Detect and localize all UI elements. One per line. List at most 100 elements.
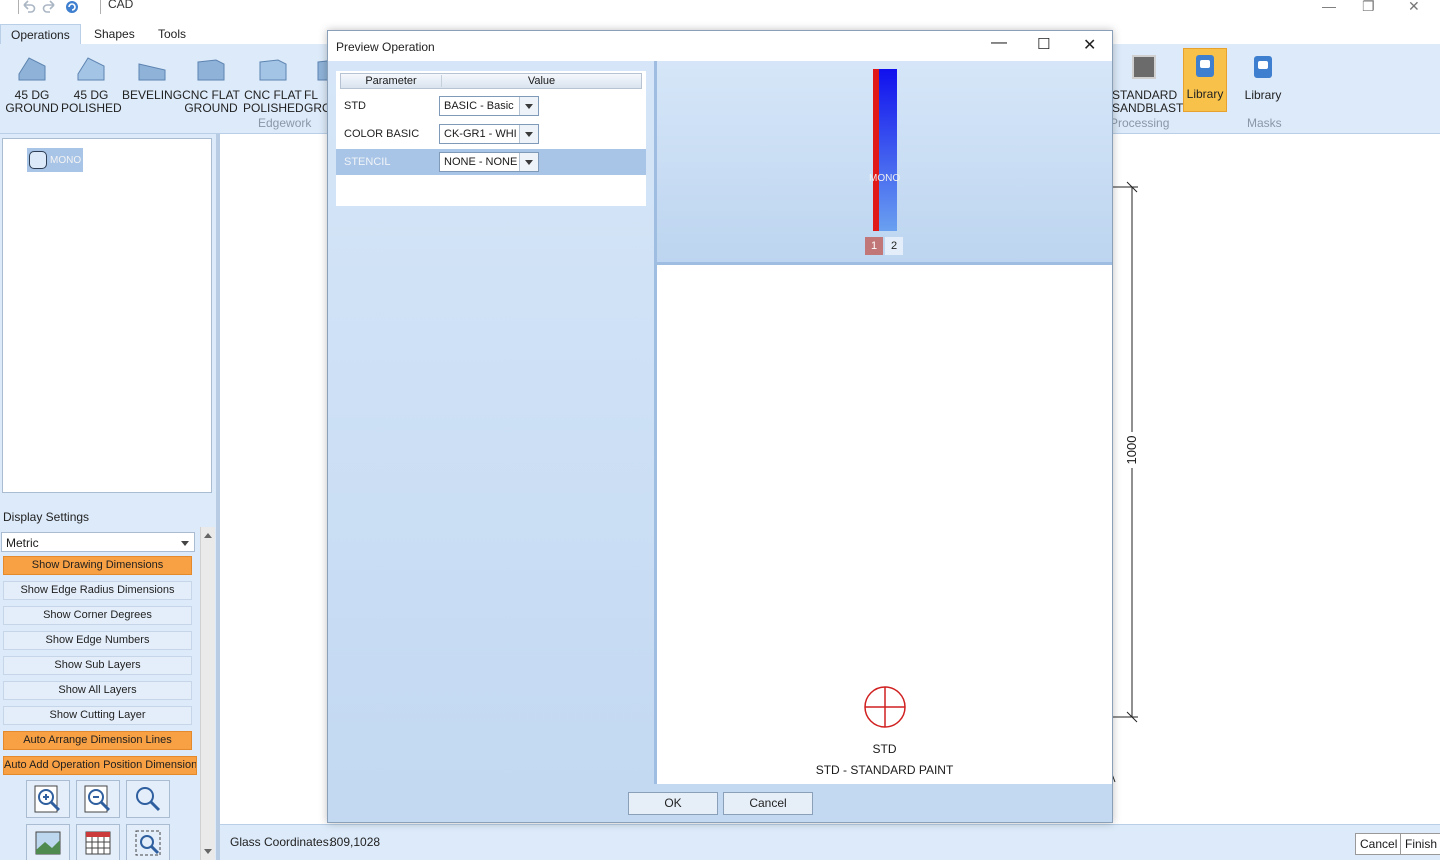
group-label-edgework: Edgework [258, 116, 312, 130]
undo-icon[interactable] [20, 0, 36, 15]
redo-icon[interactable] [42, 0, 58, 15]
grid-icon [85, 831, 111, 855]
chevron-down-icon[interactable] [519, 97, 538, 115]
toggle-auto-add-operation-position-dimension[interactable]: Auto Add Operation Position Dimension [3, 756, 197, 775]
ok-button[interactable]: OK [628, 792, 718, 815]
toggle-show-cutting-layer[interactable]: Show Cutting Layer [3, 706, 192, 725]
flat-edge-icon [197, 59, 225, 81]
chevron-down-icon[interactable] [519, 153, 538, 171]
masks-library-button[interactable]: Library [1237, 52, 1289, 102]
title-separator [100, 0, 101, 14]
table-row[interactable]: STD BASIC - Basic [336, 93, 646, 119]
button-label: Library [1244, 88, 1282, 102]
toggle-show-corner-degrees[interactable]: Show Corner Degrees [3, 606, 192, 625]
page-2-button[interactable]: 2 [885, 237, 903, 255]
zoom-out-button[interactable] [76, 780, 120, 818]
tab-operations[interactable]: Operations [0, 24, 81, 46]
edgework-45dg-ground-button[interactable]: 45 DG GROUND [2, 52, 62, 115]
toggle-show-drawing-dimensions[interactable]: Show Drawing Dimensions [3, 556, 192, 575]
zoom-in-button[interactable] [26, 780, 70, 818]
picture-view-button[interactable] [26, 824, 70, 860]
button-label: Library [1186, 87, 1224, 101]
button-label: STANDARD SANDBLAST [1112, 88, 1184, 115]
quick-access-separator [18, 0, 19, 14]
image-icon [35, 831, 61, 855]
edgework-fl-gro-button[interactable]: FL GRO [304, 52, 328, 115]
operation-description: STD - STANDARD PAINT [815, 763, 954, 777]
display-settings-scrollbar[interactable] [200, 527, 215, 860]
preview-operation-dialog: Preview Operation — ☐ ✕ Parameter Value … [327, 30, 1113, 823]
standard-sandblast-button[interactable]: STANDARD SANDBLAST [1112, 52, 1184, 115]
zoom-actual-size-button[interactable] [126, 780, 170, 818]
dialog-button-bar: OK Cancel [328, 784, 1112, 822]
layer-checkbox[interactable] [29, 151, 47, 169]
value-combobox[interactable]: CK-GR1 - WHI [439, 124, 539, 144]
crosshair-target-icon [864, 686, 906, 728]
cancel-button[interactable]: Cancel [1355, 833, 1403, 855]
coordinates-label: Glass Coordinates: [230, 835, 333, 849]
parameter-name: COLOR BASIC [344, 128, 420, 140]
edgework-45dg-polished-button[interactable]: 45 DG POLISHED [61, 52, 122, 115]
minimize-icon[interactable]: — [1322, 0, 1336, 14]
title-bar: CAD — ❐ ✕ [0, 0, 1440, 18]
bevel-icon [138, 63, 166, 81]
library-icon [1254, 56, 1272, 78]
restore-icon[interactable]: ❐ [1362, 0, 1375, 15]
button-label: FL GRO [304, 88, 328, 115]
unit-select[interactable]: Metric [1, 532, 195, 552]
app-title: CAD [108, 0, 134, 11]
dialog-minimize-icon[interactable]: — [991, 34, 1007, 52]
close-icon[interactable]: ✕ [1408, 0, 1420, 15]
grid-view-button[interactable] [76, 824, 120, 860]
toggle-show-edge-numbers[interactable]: Show Edge Numbers [3, 631, 192, 650]
button-label: BEVELING [122, 88, 183, 102]
tree-item-mono[interactable]: MONO [27, 148, 83, 172]
parameter-table: Parameter Value STD BASIC - Basic COLOR … [336, 71, 646, 206]
dimension-label: 1000 [1124, 432, 1140, 468]
finish-button[interactable]: Finish [1400, 833, 1440, 855]
toggle-show-sub-layers[interactable]: Show Sub Layers [3, 656, 192, 675]
toggle-auto-arrange-dimension-lines[interactable]: Auto Arrange Dimension Lines [3, 731, 192, 750]
toggle-show-edge-radius-dimensions[interactable]: Show Edge Radius Dimensions [3, 581, 192, 600]
scroll-down-icon[interactable] [204, 849, 212, 854]
scroll-up-icon[interactable] [204, 533, 212, 538]
preview-layer-label: MONO [869, 173, 901, 184]
tree-item-label: MONO [50, 154, 82, 166]
group-label-masks: Masks [1247, 116, 1282, 130]
chevron-down-icon [181, 541, 189, 546]
refresh-icon[interactable] [64, 0, 80, 15]
table-row[interactable]: COLOR BASIC CK-GR1 - WHI [336, 121, 646, 147]
dialog-title: Preview Operation [336, 40, 435, 54]
page-1-button[interactable]: 1 [865, 237, 883, 255]
parameter-panel: Parameter Value STD BASIC - Basic COLOR … [328, 61, 654, 784]
operation-code: STD [872, 742, 897, 756]
dialog-close-icon[interactable]: ✕ [1083, 35, 1096, 55]
table-row-selected[interactable]: STENCIL NONE - NONE [336, 149, 646, 175]
edgework-cnc-flat-ground-button[interactable]: CNC FLAT GROUND [181, 52, 241, 115]
dialog-cancel-button[interactable]: Cancel [723, 792, 813, 815]
value-combobox[interactable]: BASIC - Basic [439, 96, 539, 116]
tab-shapes[interactable]: Shapes [84, 24, 145, 46]
layer-stack-preview [873, 69, 897, 231]
button-label: CNC FLAT POLISHED [243, 88, 304, 115]
library-button-selected[interactable]: Library [1183, 48, 1227, 112]
combobox-value: BASIC - Basic [444, 100, 514, 112]
zoom-selection-button[interactable] [126, 824, 170, 860]
tab-tools[interactable]: Tools [148, 24, 196, 46]
edgework-cnc-flat-polished-button[interactable]: CNC FLAT POLISHED [243, 52, 304, 115]
edgework-beveling-button[interactable]: BEVELING [122, 52, 182, 102]
zoom-actual-icon [136, 787, 161, 812]
column-header-value: Value [441, 75, 641, 87]
dialog-maximize-icon[interactable]: ☐ [1037, 35, 1050, 53]
chevron-down-icon[interactable] [519, 125, 538, 143]
status-bar: Glass Coordinates: 809,1028 Cancel Finis… [220, 824, 1440, 860]
sandblast-icon [1132, 55, 1156, 79]
edge-profile-icon [77, 57, 105, 81]
zoom-selection-icon [135, 830, 161, 856]
left-panel: MONO Display Settings Metric Show Drawin… [0, 134, 218, 860]
dialog-title-bar: Preview Operation — ☐ ✕ [328, 31, 1112, 61]
layer-preview: MONO 1 2 [657, 61, 1112, 262]
value-combobox[interactable]: NONE - NONE [439, 152, 539, 172]
coordinates-value: 809,1028 [330, 835, 381, 849]
toggle-show-all-layers[interactable]: Show All Layers [3, 681, 192, 700]
